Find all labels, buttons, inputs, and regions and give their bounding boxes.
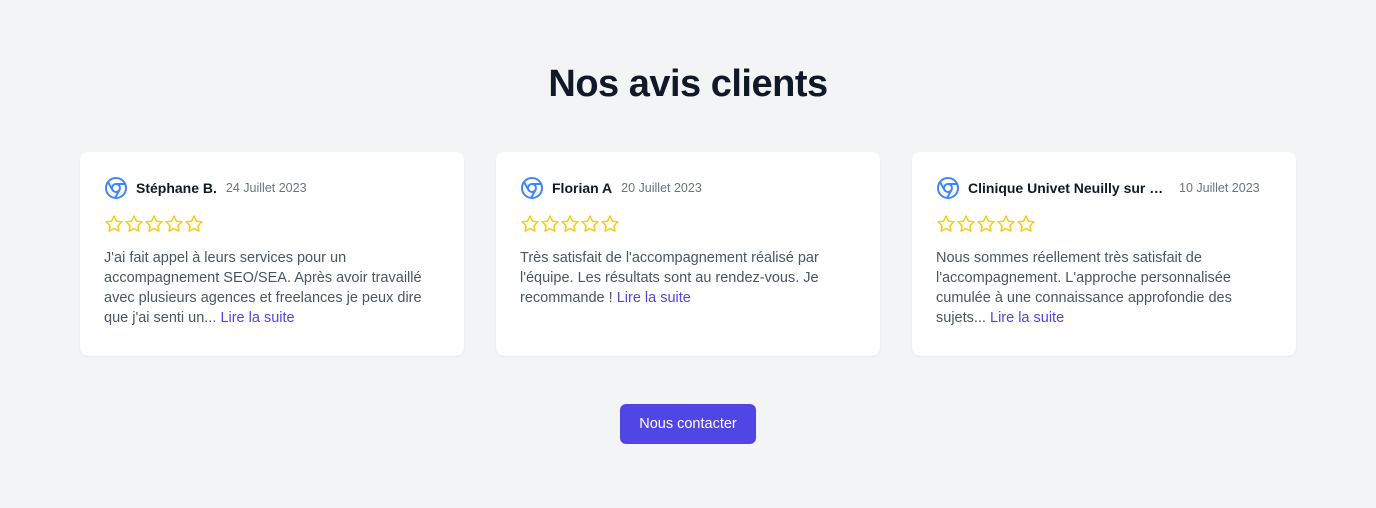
section-title: Nos avis clients [548,63,828,105]
star-icon [601,215,619,232]
star-icon [1017,215,1035,232]
star-icon [581,215,599,232]
review-date: 20 Juillet 2023 [621,181,702,195]
review-body: Nous sommes réellement très satisfait de… [936,250,1232,326]
review-card: Florian A 20 Juillet 2023 Très satisfait… [496,152,880,356]
review-text: J'ai fait appel à leurs services pour un… [104,248,440,328]
review-text: Très satisfait de l'accompagnement réali… [520,248,856,308]
review-card: Stéphane B. 24 Juillet 2023 J'ai fait ap… [80,152,464,356]
review-author: Florian A [552,180,613,196]
review-author: Stéphane B. [136,180,217,196]
read-more-link[interactable]: Lire la suite [617,290,691,306]
read-more-link[interactable]: Lire la suite [990,310,1064,326]
chrome-icon [937,177,959,199]
review-author: Clinique Univet Neuilly sur Seine [968,180,1170,196]
contact-button[interactable]: Nous contacter [620,404,756,444]
reviews-section: Nos avis clients Stéphane B. 24 Juillet … [0,0,1376,508]
read-more-link[interactable]: Lire la suite [220,310,294,326]
star-rating [520,214,856,236]
star-rating [104,214,440,236]
star-icon [165,215,183,232]
star-icon [145,215,163,232]
star-icon [125,215,143,232]
star-icon [105,215,123,232]
star-icon [937,215,955,232]
star-icon [561,215,579,232]
review-cards: Stéphane B. 24 Juillet 2023 J'ai fait ap… [80,152,1296,356]
review-card: Clinique Univet Neuilly sur Seine 10 Jui… [912,152,1296,356]
review-header: Florian A 20 Juillet 2023 [520,176,856,200]
chrome-icon [105,177,127,199]
star-icon [185,215,203,232]
review-header: Clinique Univet Neuilly sur Seine 10 Jui… [936,176,1272,200]
chrome-icon [521,177,543,199]
star-icon [977,215,995,232]
star-icon [997,215,1015,232]
review-header: Stéphane B. 24 Juillet 2023 [104,176,440,200]
star-icon [521,215,539,232]
review-date: 10 Juillet 2023 [1179,181,1260,195]
star-rating [936,214,1272,236]
star-icon [541,215,559,232]
review-date: 24 Juillet 2023 [225,181,307,195]
star-icon [957,215,975,232]
review-text: Nous sommes réellement très satisfait de… [936,248,1272,328]
